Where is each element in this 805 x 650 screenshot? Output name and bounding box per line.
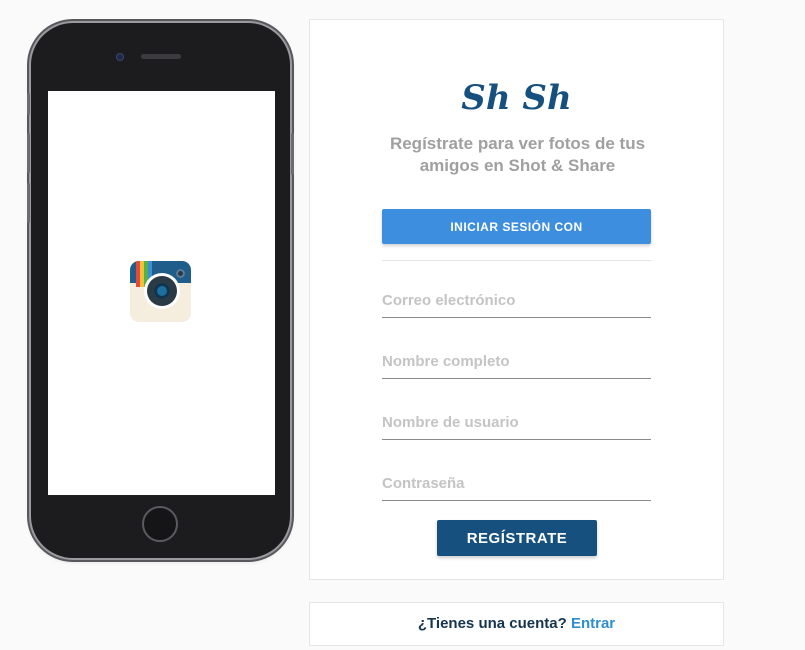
volume-up-button (27, 133, 30, 173)
front-camera (116, 53, 124, 61)
signup-button[interactable]: REGÍSTRATE (437, 520, 597, 556)
login-link[interactable]: Entrar (571, 615, 615, 632)
power-button (291, 133, 294, 175)
username-field[interactable] (382, 406, 651, 440)
home-button (142, 506, 178, 542)
password-field[interactable] (382, 467, 651, 501)
volume-down-button (27, 183, 30, 223)
email-field[interactable] (382, 284, 651, 318)
mute-switch (27, 93, 30, 115)
login-question: ¿Tienes una cuenta? (417, 615, 571, 632)
app-logo: Sh Sh (461, 78, 572, 118)
login-prompt-box: ¿Tienes una cuenta? Entrar (309, 602, 724, 646)
phone-screen (48, 91, 275, 495)
signup-tagline: Regístrate para ver fotos de tus amigos … (389, 134, 646, 175)
signup-card: Sh Sh Regístrate para ver fotos de tus a… (309, 19, 724, 580)
fullname-field[interactable] (382, 345, 651, 379)
camera-app-icon (130, 261, 191, 322)
earpiece-speaker (141, 54, 181, 59)
facebook-login-button[interactable]: INICIAR SESIÓN CON (382, 209, 651, 244)
or-divider (382, 260, 651, 261)
phone-mockup (27, 23, 294, 558)
